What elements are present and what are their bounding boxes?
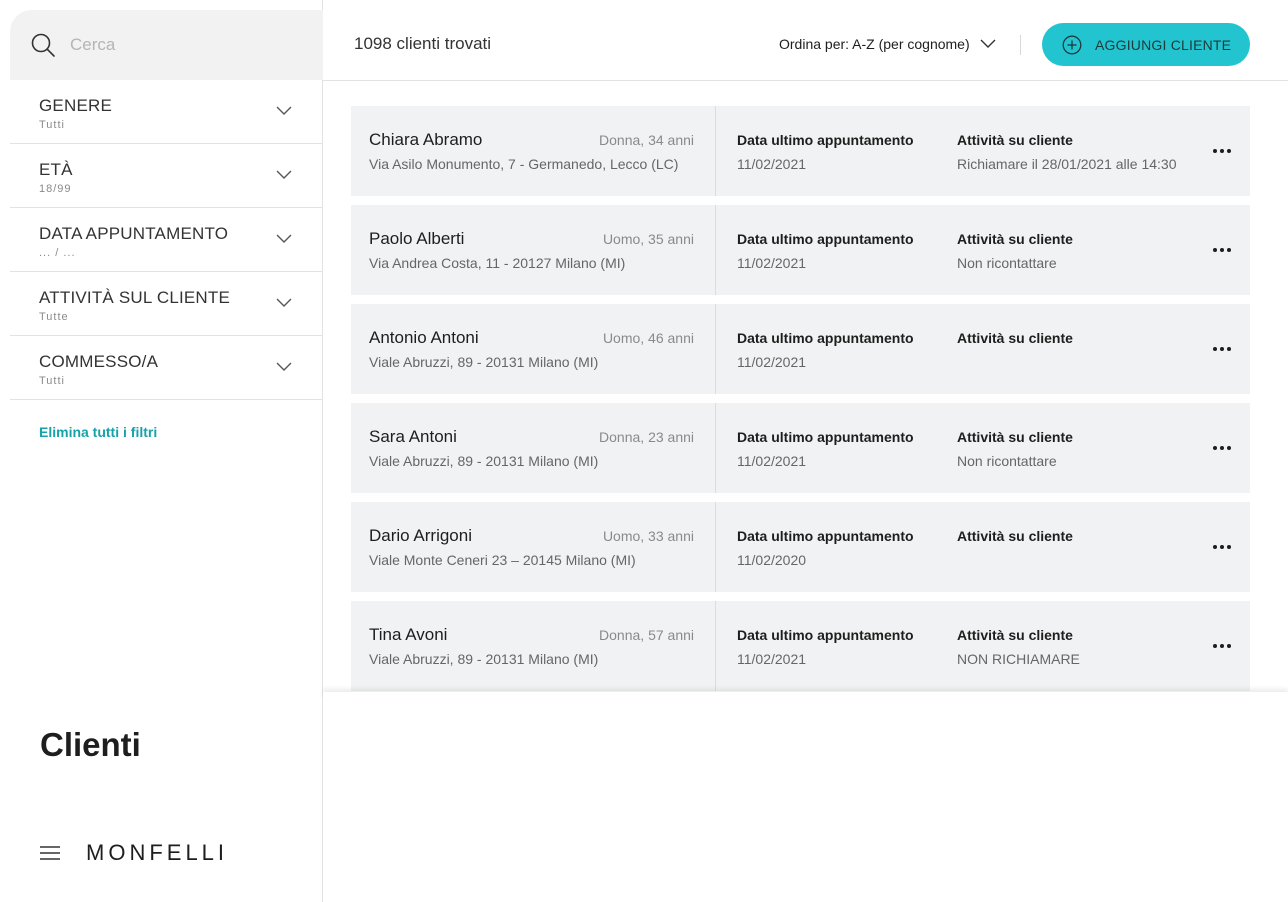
filter-genere[interactable]: GENERE Tutti bbox=[10, 80, 322, 144]
last-appointment-date: 11/02/2021 bbox=[737, 651, 807, 667]
sidebar: GENERE Tutti ETÀ 18/99 DATA APPUNTAMENTO… bbox=[0, 0, 323, 902]
add-client-label: AGGIUNGI CLIENTE bbox=[1095, 36, 1232, 53]
client-info: Donna, 23 anni bbox=[599, 429, 694, 445]
sort-dropdown[interactable]: Ordina per: A-Z (per cognome) bbox=[779, 36, 996, 52]
more-options-icon[interactable] bbox=[1212, 247, 1232, 253]
filter-attivita[interactable]: ATTIVITÀ SUL CLIENTE Tutte bbox=[10, 272, 322, 336]
last-appointment-label: Data ultimo appuntamento bbox=[737, 231, 914, 247]
last-appointment-label: Data ultimo appuntamento bbox=[737, 429, 914, 445]
filter-value: ... / ... bbox=[39, 247, 76, 259]
last-appointment-date: 11/02/2020 bbox=[737, 552, 807, 568]
client-address: Viale Abruzzi, 89 - 20131 Milano (MI) bbox=[369, 651, 599, 667]
filter-list: GENERE Tutti ETÀ 18/99 DATA APPUNTAMENTO… bbox=[10, 80, 322, 400]
activity-value: Non ricontattare bbox=[957, 255, 1057, 271]
client-card[interactable]: Dario Arrigoni Uomo, 33 anni Viale Monte… bbox=[351, 502, 1250, 592]
more-options-icon[interactable] bbox=[1212, 445, 1232, 451]
plus-circle-icon bbox=[1062, 35, 1082, 54]
client-info: Uomo, 33 anni bbox=[602, 528, 694, 544]
more-options-icon[interactable] bbox=[1212, 148, 1232, 154]
client-list: Chiara Abramo Donna, 34 anni Via Asilo M… bbox=[351, 106, 1250, 700]
client-card[interactable]: Tina Avoni Donna, 57 anni Viale Abruzzi,… bbox=[351, 601, 1250, 691]
activity-value: Non ricontattare bbox=[957, 453, 1057, 469]
app: GENERE Tutti ETÀ 18/99 DATA APPUNTAMENTO… bbox=[0, 0, 1288, 902]
hamburger-menu-icon[interactable] bbox=[40, 846, 60, 860]
results-count: 1098 clienti trovati bbox=[354, 34, 492, 53]
chevron-down-icon bbox=[276, 298, 292, 307]
sort-label: Ordina per: A-Z (per cognome) bbox=[779, 36, 970, 52]
activity-label: Attività su cliente bbox=[957, 231, 1073, 247]
filter-value: 18/99 bbox=[39, 183, 72, 195]
divider bbox=[715, 601, 716, 691]
divider bbox=[715, 106, 716, 196]
client-address: Via Asilo Monumento, 7 - Germanedo, Lecc… bbox=[369, 156, 679, 172]
client-card[interactable]: Sara Antoni Donna, 23 anni Viale Abruzzi… bbox=[351, 403, 1250, 493]
divider bbox=[715, 502, 716, 592]
activity-value: NON RICHIAMARE bbox=[957, 651, 1080, 667]
client-info: Donna, 34 anni bbox=[599, 132, 694, 148]
activity-label: Attività su cliente bbox=[957, 429, 1073, 445]
client-address: Via Andrea Costa, 11 - 20127 Milano (MI) bbox=[369, 255, 626, 271]
list-bottom-edge bbox=[323, 692, 1288, 700]
activity-label: Attività su cliente bbox=[957, 627, 1073, 643]
client-address: Viale Abruzzi, 89 - 20131 Milano (MI) bbox=[369, 354, 599, 370]
client-card[interactable]: Antonio Antoni Uomo, 46 anni Viale Abruz… bbox=[351, 304, 1250, 394]
activity-label: Attività su cliente bbox=[957, 528, 1073, 544]
last-appointment-date: 11/02/2021 bbox=[737, 156, 807, 172]
search-input[interactable] bbox=[70, 35, 290, 55]
last-appointment-label: Data ultimo appuntamento bbox=[737, 330, 914, 346]
client-name: Antonio Antoni bbox=[369, 328, 479, 347]
client-name: Tina Avoni bbox=[369, 625, 448, 644]
more-options-icon[interactable] bbox=[1212, 643, 1232, 649]
search-icon bbox=[31, 33, 55, 57]
last-appointment-date: 11/02/2021 bbox=[737, 255, 807, 271]
client-address: Viale Abruzzi, 89 - 20131 Milano (MI) bbox=[369, 453, 599, 469]
client-card[interactable]: Chiara Abramo Donna, 34 anni Via Asilo M… bbox=[351, 106, 1250, 196]
activity-value: Richiamare il 28/01/2021 alle 14:30 bbox=[957, 156, 1177, 172]
more-options-icon[interactable] bbox=[1212, 544, 1232, 550]
client-card[interactable]: Paolo Alberti Uomo, 35 anni Via Andrea C… bbox=[351, 205, 1250, 295]
search-box[interactable] bbox=[10, 10, 323, 80]
chevron-down-icon bbox=[980, 39, 996, 48]
filter-commesso[interactable]: COMMESSO/A Tutti bbox=[10, 336, 322, 400]
chevron-down-icon bbox=[276, 234, 292, 243]
chevron-down-icon bbox=[276, 106, 292, 115]
filter-eta[interactable]: ETÀ 18/99 bbox=[10, 144, 322, 208]
divider bbox=[715, 205, 716, 295]
more-options-icon[interactable] bbox=[1212, 346, 1232, 352]
client-info: Uomo, 35 anni bbox=[602, 231, 694, 247]
add-client-button[interactable]: AGGIUNGI CLIENTE bbox=[1042, 23, 1250, 66]
client-name: Dario Arrigoni bbox=[369, 526, 472, 545]
filter-data-appuntamento[interactable]: DATA APPUNTAMENTO ... / ... bbox=[10, 208, 322, 272]
brand-bar: MONFELLI bbox=[40, 840, 228, 866]
filter-value: Tutti bbox=[39, 375, 65, 387]
activity-label: Attività su cliente bbox=[957, 330, 1073, 346]
chevron-down-icon bbox=[276, 362, 292, 371]
activity-label: Attività su cliente bbox=[957, 132, 1073, 148]
last-appointment-label: Data ultimo appuntamento bbox=[737, 627, 914, 643]
client-info: Uomo, 46 anni bbox=[602, 330, 694, 346]
topbar: 1098 clienti trovati Ordina per: A-Z (pe… bbox=[323, 0, 1288, 81]
filter-value: Tutte bbox=[39, 311, 69, 323]
chevron-down-icon bbox=[276, 170, 292, 179]
client-info: Donna, 57 anni bbox=[599, 627, 694, 643]
last-appointment-date: 11/02/2021 bbox=[737, 354, 807, 370]
divider bbox=[715, 403, 716, 493]
divider bbox=[1020, 35, 1021, 55]
client-name: Paolo Alberti bbox=[369, 229, 465, 248]
page-title: Clienti bbox=[40, 726, 141, 763]
client-name: Sara Antoni bbox=[369, 427, 457, 446]
last-appointment-label: Data ultimo appuntamento bbox=[737, 528, 914, 544]
last-appointment-label: Data ultimo appuntamento bbox=[737, 132, 914, 148]
client-address: Viale Monte Ceneri 23 – 20145 Milano (MI… bbox=[369, 552, 636, 568]
divider bbox=[715, 304, 716, 394]
brand-logo: MONFELLI bbox=[86, 840, 229, 865]
clear-filters-link[interactable]: Elimina tutti i filtri bbox=[39, 424, 157, 440]
last-appointment-date: 11/02/2021 bbox=[737, 453, 807, 469]
filter-value: Tutti bbox=[39, 119, 65, 131]
client-name: Chiara Abramo bbox=[369, 130, 483, 149]
